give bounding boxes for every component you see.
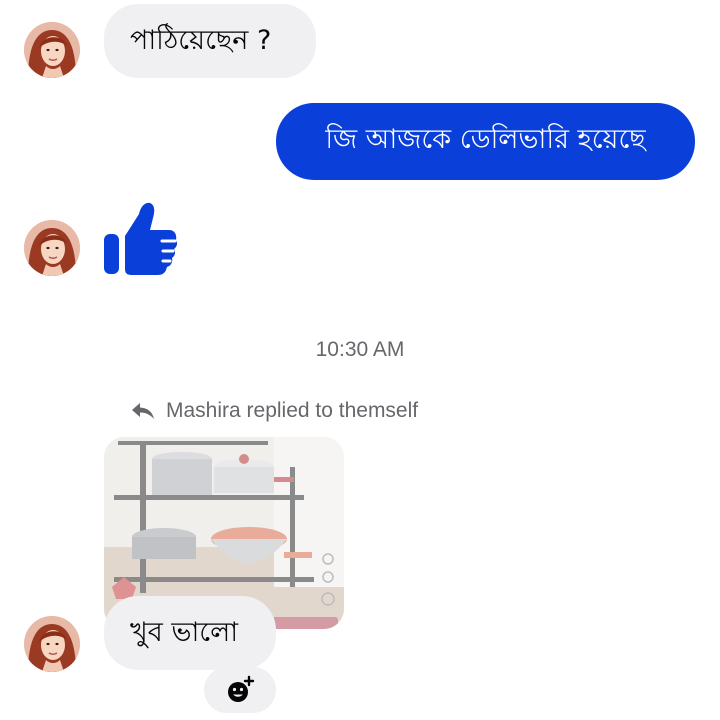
contact-avatar[interactable] — [24, 616, 80, 672]
avatar-photo — [24, 220, 80, 276]
message-text: জি আজকে ডেলিভারি হয়েছে — [325, 124, 646, 155]
contact-avatar[interactable] — [24, 220, 80, 276]
message-text: খুব ভালো — [130, 616, 239, 648]
contact-avatar[interactable] — [24, 22, 80, 78]
message-text: পাঠিয়েছেন ? — [130, 24, 272, 56]
reply-context-text: Mashira replied to themself — [166, 399, 419, 422]
add-reaction-button[interactable] — [204, 667, 276, 713]
avatar-photo — [24, 22, 80, 78]
reply-arrow-icon — [132, 403, 154, 419]
incoming-message-bubble[interactable]: পাঠিয়েছেন ? — [104, 4, 316, 78]
incoming-message-bubble[interactable]: খুব ভালো — [104, 596, 276, 670]
outgoing-message-bubble[interactable]: জি আজকে ডেলিভারি হয়েছে — [276, 103, 695, 180]
reply-context: Mashira replied to themself — [130, 397, 418, 425]
message-timestamp: 10:30 AM — [315, 338, 405, 361]
thumbs-up-icon[interactable] — [102, 200, 178, 278]
avatar-photo — [24, 616, 80, 672]
add-reaction-icon — [228, 675, 255, 702]
